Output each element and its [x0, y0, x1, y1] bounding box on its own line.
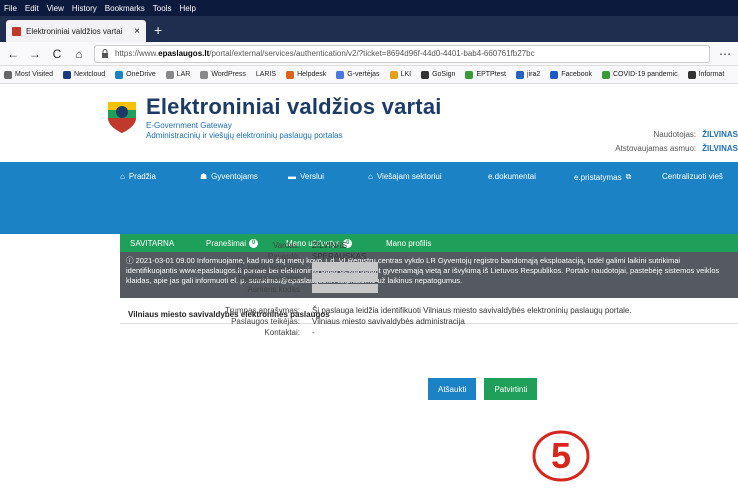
back-icon[interactable]: ← [6, 47, 20, 61]
bookmark-item[interactable]: LKI [389, 70, 411, 79]
confirm-button[interactable]: Patvirtinti [484, 378, 538, 400]
people-icon: ☗ [200, 172, 208, 181]
menu-file[interactable]: File [4, 4, 17, 13]
site-header: Elektroniniai valdžios vartai E-Governme… [0, 84, 738, 162]
bookmark-item[interactable]: G-vertėjas [336, 70, 380, 79]
row-last-name: Pavardė: SPERAUSKAS [267, 252, 367, 261]
bookmark-item[interactable]: LARIS [256, 71, 276, 78]
reload-icon[interactable]: C [50, 47, 64, 61]
menu-help[interactable]: Help [179, 4, 195, 13]
menu-tools[interactable]: Tools [153, 4, 172, 13]
bookmark-item[interactable]: COVID-19 pandemic [602, 70, 678, 79]
row-first-name: Vardas: ŽILVINAS [273, 241, 347, 250]
nav-residents[interactable]: ☗ Gyventojams [200, 172, 288, 181]
cancel-button[interactable]: Atšaukti [428, 378, 477, 400]
row-personal-code: Asmens kodas [120, 284, 738, 295]
bookmarks-bar: Most Visited Nextcloud OneDrive LAR Word… [0, 66, 738, 84]
redacted-email [312, 262, 378, 271]
forward-icon[interactable]: → [28, 47, 42, 61]
lock-icon [102, 49, 108, 58]
menu-bar: File Edit View History Bookmarks Tools H… [0, 0, 738, 16]
coat-of-arms-logo-icon [108, 102, 136, 133]
url-bar[interactable]: https://www.epaslaugos.lt/portal/externa… [94, 44, 710, 63]
bookmark-item[interactable]: EPTPtest [465, 70, 506, 79]
nav-e-documents[interactable]: e.dokumentai [488, 172, 574, 181]
represented-person-link[interactable]: ŽILVINAS [702, 144, 738, 153]
more-icon[interactable]: ⋯ [718, 47, 732, 61]
briefcase-icon: ▬ [288, 172, 296, 181]
form-actions: Atšaukti Patvirtinti [428, 378, 538, 400]
menu-bookmarks[interactable]: Bookmarks [105, 4, 145, 13]
user-name-link[interactable]: ŽILVINAS [702, 130, 738, 139]
redacted-phone [312, 273, 378, 282]
home-icon[interactable]: ⌂ [72, 47, 86, 61]
row-provider: Paslaugos teikėjas: Vilniaus miesto saviv… [231, 317, 465, 326]
nav-business[interactable]: ▬ Verslui [288, 172, 368, 181]
bookmark-item[interactable]: Facebook [550, 70, 592, 79]
bookmark-item[interactable]: OneDrive [115, 70, 156, 79]
nav-e-delivery[interactable]: e.pristatymas ⧉ [574, 172, 662, 182]
url-text: https://www.epaslaugos.lt/portal/externa… [115, 49, 535, 58]
bookmark-item[interactable]: Nextcloud [63, 70, 105, 79]
bookmark-item[interactable]: WordPress [200, 70, 246, 79]
browser-tab[interactable]: Elektroniniai valdžios vartai × [6, 20, 146, 42]
site-tagline: Administracinių ir viešųjų elektroninių … [146, 131, 343, 140]
row-description: Trumpas aprašymas: Ši paslauga leidžia id… [225, 306, 632, 315]
tab-title: Elektroniniai valdžios vartai [26, 26, 123, 36]
nav-bar: ← → C ⌂ https://www.epaslaugos.lt/portal… [0, 42, 738, 66]
close-icon[interactable]: × [134, 26, 140, 37]
tab-bar: Elektroniniai valdžios vartai × + [0, 16, 738, 42]
bookmark-item[interactable]: Informat [687, 70, 724, 79]
menu-view[interactable]: View [47, 4, 64, 13]
nav-home[interactable]: ⌂ Pradžia [120, 172, 200, 181]
row-phone: Telefono numeris: [120, 273, 738, 284]
bookmark-item[interactable]: Most Visited [4, 70, 53, 79]
nav-public-sector[interactable]: ⌂ Viešajam sektoriui [368, 172, 488, 181]
consent-form: Vardas: ŽILVINAS Pavardė: SPERAUSKAS El. p… [120, 240, 738, 338]
bookmark-item[interactable]: LAR [165, 70, 190, 79]
menu-edit[interactable]: Edit [25, 4, 39, 13]
row-email: El. pašto adresas: [120, 262, 738, 273]
user-info: Naudotojas: ŽILVINAS Atstovaujamas asmuo:… [615, 130, 738, 153]
nav-centralized[interactable]: Centralizuoti vieš [662, 172, 723, 181]
bookmark-item[interactable]: GoSign [421, 70, 455, 79]
site-title[interactable]: Elektroniniai valdžios vartai [146, 94, 442, 120]
bookmark-item[interactable]: Helpdesk [286, 70, 326, 79]
bookmark-item[interactable]: jira2 [516, 70, 540, 79]
row-contacts: Kontaktai: - [264, 328, 315, 337]
main-navigation: ⌂ Pradžia ☗ Gyventojams ▬ Verslui ⌂ Viešajam… [0, 162, 738, 234]
step-annotation-circle [532, 430, 590, 482]
home-icon: ⌂ [120, 172, 125, 181]
menu-history[interactable]: History [72, 4, 97, 13]
building-icon: ⌂ [368, 172, 373, 181]
redacted-personal-code [312, 284, 378, 293]
new-tab-button[interactable]: + [146, 22, 170, 42]
site-subtitle: E-Government Gateway [146, 121, 232, 130]
favicon-icon [12, 26, 21, 36]
brand: Elektroniniai valdžios vartai E-Governme… [146, 94, 442, 140]
external-link-icon: ⧉ [625, 172, 632, 181]
